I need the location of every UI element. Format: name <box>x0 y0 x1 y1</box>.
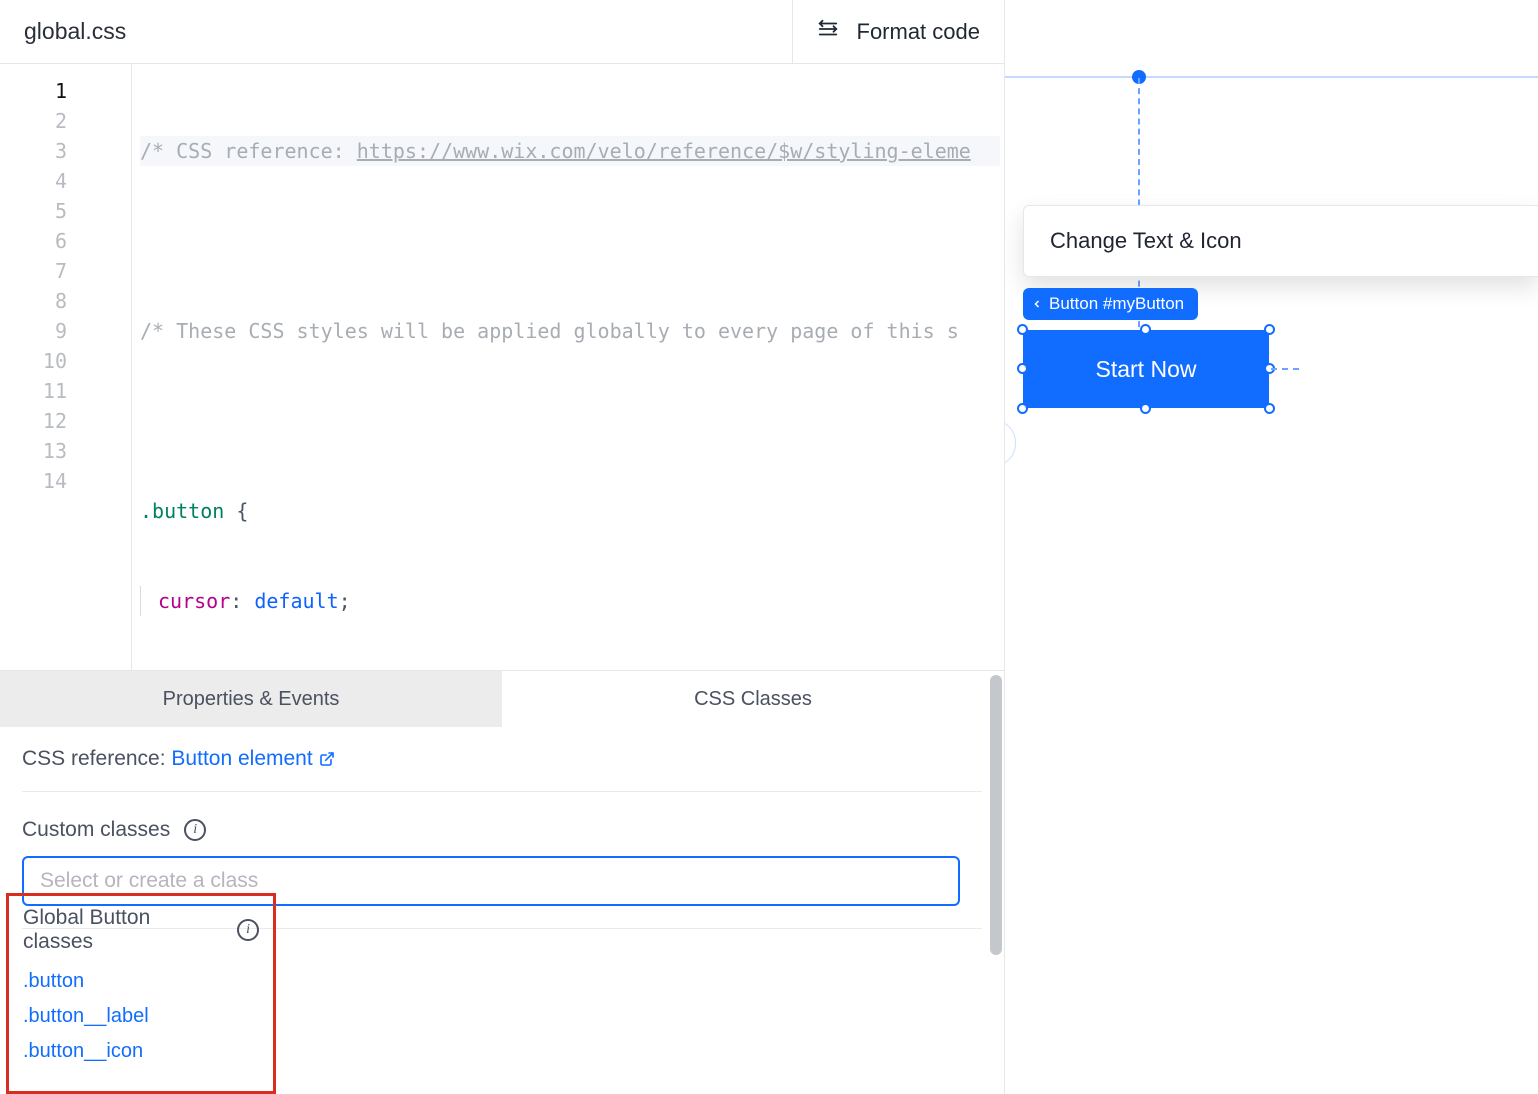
code-line[interactable]: /* CSS reference: https://www.wix.com/ve… <box>140 136 1000 166</box>
resize-handle[interactable] <box>1140 403 1151 414</box>
resize-handle[interactable] <box>1017 324 1028 335</box>
line-number: 1 <box>0 76 131 106</box>
code-token: : <box>230 586 254 616</box>
tab-css-classes[interactable]: CSS Classes <box>502 671 1004 727</box>
horizontal-guide <box>1005 76 1538 78</box>
line-number: 12 <box>0 406 131 436</box>
info-icon[interactable]: i <box>184 819 206 841</box>
line-number: 13 <box>0 436 131 466</box>
filename-label: global.css <box>0 18 126 45</box>
code-token: /* CSS reference: <box>140 136 357 166</box>
format-code-label: Format code <box>857 19 981 45</box>
scrollbar[interactable] <box>988 671 1004 1094</box>
code-token: { <box>224 496 248 526</box>
code-line[interactable] <box>140 406 1000 436</box>
css-reference-row: CSS reference: Button element <box>22 747 982 792</box>
code-line[interactable]: cursor: default; <box>140 586 1000 616</box>
resize-handle[interactable] <box>1140 324 1151 335</box>
css-reference-link[interactable]: Button element <box>171 747 334 770</box>
code-token: /* These CSS styles will be applied glob… <box>140 316 959 346</box>
resize-handle[interactable] <box>1264 324 1275 335</box>
global-classes-label: Global Button classes <box>23 906 223 954</box>
chevron-left-icon <box>1031 298 1043 310</box>
format-code-button[interactable]: Format code <box>792 0 1005 63</box>
code-token: cursor <box>158 586 230 616</box>
canvas-preview[interactable]: Change Text & Icon Button #myButton Star… <box>1005 0 1538 1094</box>
line-number: 5 <box>0 196 131 226</box>
scroll-indicator <box>1005 420 1016 466</box>
code-token: https://www.wix.com/velo/reference/$w/st… <box>357 136 971 166</box>
line-number: 4 <box>0 166 131 196</box>
panel-body: CSS reference: Button element Custom cla… <box>0 727 1004 1094</box>
code-token: default <box>254 586 338 616</box>
code-line[interactable]: .button { <box>140 496 1000 526</box>
change-text-icon-label: Change Text & Icon <box>1050 228 1242 254</box>
line-number: 6 <box>0 226 131 256</box>
start-now-button[interactable]: Start Now <box>1023 330 1269 408</box>
line-number: 10 <box>0 346 131 376</box>
global-button-classes-block: Global Button classes i .button .button_… <box>6 893 276 1094</box>
bottom-panel: Properties & Events CSS Classes CSS refe… <box>0 670 1004 1094</box>
change-text-icon-popup[interactable]: Change Text & Icon <box>1023 205 1538 277</box>
external-link-icon <box>319 749 335 773</box>
format-code-icon <box>817 18 839 46</box>
global-class-link[interactable]: .button__label <box>23 999 259 1034</box>
code-editor[interactable]: 1 2 3 4 5 6 7 8 9 10 11 12 13 14 /* CSS … <box>0 64 1004 670</box>
panel-tabs: Properties & Events CSS Classes <box>0 671 1004 727</box>
code-token: .button <box>140 496 224 526</box>
line-number-gutter: 1 2 3 4 5 6 7 8 9 10 11 12 13 14 <box>0 64 132 670</box>
global-classes-label-row: Global Button classes i <box>23 906 259 954</box>
editor-header: global.css Format code <box>0 0 1004 64</box>
tab-properties-events[interactable]: Properties & Events <box>0 671 502 727</box>
selection-breadcrumb[interactable]: Button #myButton <box>1023 288 1198 320</box>
selected-element[interactable]: Start Now <box>1023 330 1269 408</box>
code-token: ; <box>339 586 351 616</box>
resize-handle[interactable] <box>1264 403 1275 414</box>
dimension-guide <box>1271 368 1299 370</box>
resize-handle[interactable] <box>1017 403 1028 414</box>
resize-handle[interactable] <box>1017 363 1028 374</box>
code-line[interactable] <box>140 226 1000 256</box>
code-line[interactable]: /* These CSS styles will be applied glob… <box>140 316 1000 346</box>
line-number: 3 <box>0 136 131 166</box>
line-number: 11 <box>0 376 131 406</box>
custom-classes-label: Custom classes <box>22 818 170 842</box>
line-number: 2 <box>0 106 131 136</box>
line-number: 14 <box>0 466 131 496</box>
indent-guide <box>140 586 141 616</box>
css-reference-label: CSS reference: <box>22 747 166 770</box>
line-number: 8 <box>0 286 131 316</box>
global-class-link[interactable]: .button__icon <box>23 1034 259 1069</box>
info-icon[interactable]: i <box>237 919 259 941</box>
code-area[interactable]: /* CSS reference: https://www.wix.com/ve… <box>132 64 1004 670</box>
custom-classes-label-row: Custom classes i <box>22 818 982 842</box>
breadcrumb-label: Button #myButton <box>1049 294 1184 314</box>
line-number: 9 <box>0 316 131 346</box>
global-class-link[interactable]: .button <box>23 964 259 999</box>
line-number: 7 <box>0 256 131 286</box>
scrollbar-thumb[interactable] <box>990 675 1002 955</box>
